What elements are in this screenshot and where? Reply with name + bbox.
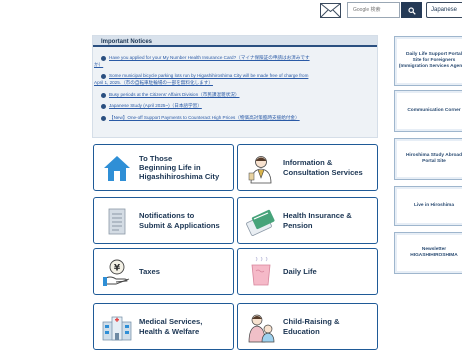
notice-link-japanese-study[interactable]: Japanese Study (April 2025~)（日本語学習） <box>109 103 202 109</box>
card-label: Child-Raising & Education <box>283 317 340 336</box>
mail-icon[interactable] <box>320 3 341 18</box>
house-icon <box>102 153 132 184</box>
banner-communication-corner[interactable]: Communication Corner <box>394 90 462 132</box>
cup-icon <box>246 256 276 288</box>
card-child-raising-education[interactable]: Child-Raising & Education <box>237 303 378 350</box>
document-icon <box>102 206 132 237</box>
card-medical-health-welfare[interactable]: Medical Services, Health & Welfare <box>93 303 234 350</box>
notice-link-busy-periods[interactable]: Busy periods at the Citizens' Affairs Di… <box>109 92 239 98</box>
notice-link-support-payments[interactable]: 【New】One-off Support Payments to Counter… <box>109 115 300 121</box>
banner-newsletter[interactable]: Newsletter HIGASHIHIROSHIMA <box>394 232 462 274</box>
staff-person-icon <box>246 153 276 184</box>
card-label: To Those Beginning Life in Higashihirosh… <box>139 153 220 182</box>
important-notices: Important Notices Have you applied for y… <box>92 35 378 138</box>
insurance-card-icon <box>246 206 276 237</box>
hospital-icon <box>102 312 132 343</box>
search-icon <box>407 3 416 18</box>
yen-coin-hand-icon: ¥ <box>102 257 132 288</box>
notices-title: Important Notices <box>93 36 377 47</box>
card-taxes[interactable]: ¥ Taxes <box>93 248 234 295</box>
notice-link-bicycle-parking[interactable]: Some municipal bicycle parking lots run … <box>109 73 308 79</box>
notice-link-my-number-cont[interactable]: か） <box>94 62 103 68</box>
card-label: Notifications to Submit & Applications <box>139 211 220 230</box>
card-label: Health Insurance & Pension <box>283 211 352 230</box>
card-label: Taxes <box>139 266 160 276</box>
banner-hiroshima-study-abroad[interactable]: Hiroshima Study Abroad Portal Site <box>394 138 462 180</box>
notice-link-my-number[interactable]: Have you applied for your My Number Heal… <box>109 55 310 61</box>
search-button[interactable] <box>401 2 422 18</box>
notice-link-bicycle-parking-cont[interactable]: April 1, 2025.（市の自転車駐輪場の一部を無料化します） <box>94 80 213 86</box>
banner-daily-life-support-portal[interactable]: Daily Life Support Portal Site for Forei… <box>394 36 462 86</box>
card-label: Daily Life <box>283 266 317 276</box>
svg-text:¥: ¥ <box>114 263 121 273</box>
card-information-consultation[interactable]: Information & Consultation Services <box>237 144 378 191</box>
card-health-insurance-pension[interactable]: Health Insurance & Pension <box>237 197 378 244</box>
card-beginning-life[interactable]: To Those Beginning Life in Higashihirosh… <box>93 144 234 191</box>
card-notifications-applications[interactable]: Notifications to Submit & Applications <box>93 197 234 244</box>
card-label: Medical Services, Health & Welfare <box>139 317 203 336</box>
card-label: Information & Consultation Services <box>283 158 363 177</box>
search-input[interactable] <box>347 2 400 18</box>
card-daily-life[interactable]: Daily Life <box>237 248 378 295</box>
banner-live-in-hiroshima[interactable]: Live in Hiroshima <box>394 186 462 226</box>
language-select[interactable]: Japanese <box>426 2 462 18</box>
parent-child-icon <box>246 312 276 343</box>
